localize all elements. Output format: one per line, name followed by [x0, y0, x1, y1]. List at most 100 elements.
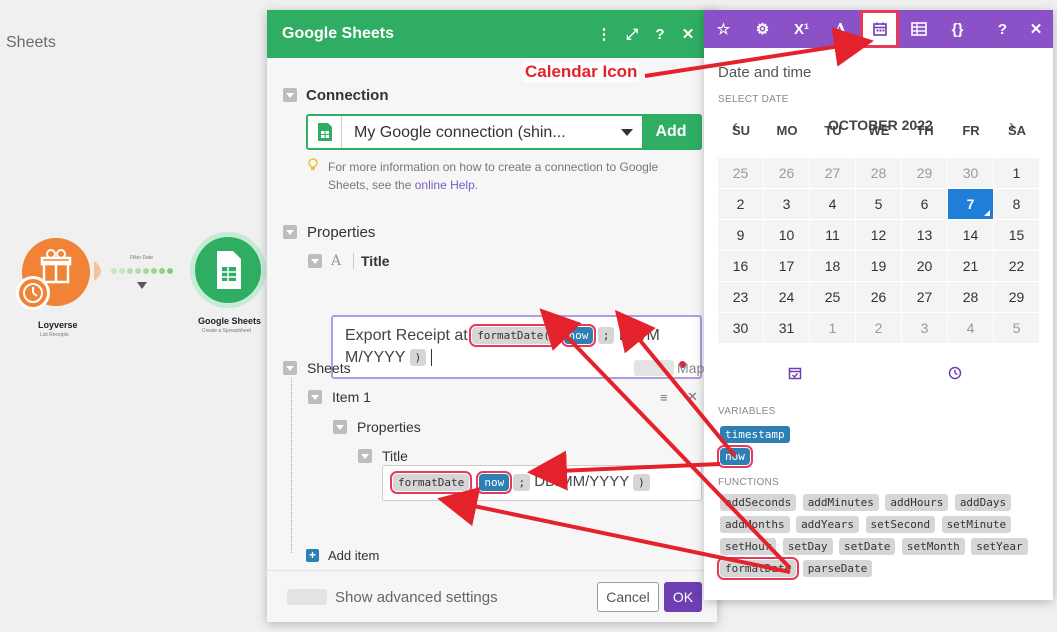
calendar-day[interactable]: 13 — [902, 220, 947, 250]
function-addseconds[interactable]: addSeconds — [720, 494, 797, 512]
add-item-button[interactable]: + Add item — [306, 548, 379, 563]
calendar-day[interactable]: 27 — [902, 282, 947, 312]
calendar-day[interactable]: 28 — [948, 282, 993, 312]
chevron-down-icon[interactable] — [612, 116, 642, 148]
calendar-day[interactable]: 22 — [994, 251, 1039, 281]
filter-funnel-icon[interactable] — [137, 282, 147, 289]
calendar-day[interactable]: 14 — [948, 220, 993, 250]
now-variable[interactable]: now — [717, 445, 753, 469]
calendar-day[interactable]: 16 — [718, 251, 763, 281]
calendar-day[interactable]: 10 — [764, 220, 809, 250]
function-parsedate[interactable]: parseDate — [802, 560, 873, 578]
item-title-input[interactable]: formatDate now ; DD/MM/YYYY ) — [382, 465, 702, 501]
close-icon[interactable]: ✕ — [674, 25, 702, 43]
properties-collapse-toggle[interactable] — [283, 225, 297, 239]
panel-close-icon[interactable]: ✕ — [1022, 10, 1050, 48]
now-variable-pill[interactable]: now — [560, 324, 597, 348]
text-functions-icon[interactable]: A — [821, 10, 860, 48]
sheets-collapse-toggle[interactable] — [283, 361, 297, 375]
ok-button[interactable]: OK — [664, 582, 702, 612]
table-icon[interactable] — [899, 10, 938, 48]
math-superscript-icon[interactable]: X¹ — [782, 10, 821, 48]
time-mode-clock-icon[interactable] — [948, 366, 962, 385]
item-close-paren-pill[interactable]: ) — [633, 473, 650, 491]
function-sethour[interactable]: setHour — [720, 538, 777, 556]
item-now-variable-pill[interactable]: now — [476, 470, 513, 494]
calendar-day[interactable]: 12 — [856, 220, 901, 250]
function-setminute[interactable]: setMinute — [941, 516, 1012, 534]
function-setsecond[interactable]: setSecond — [865, 516, 936, 534]
calendar-day[interactable]: 19 — [856, 251, 901, 281]
online-help-link[interactable]: online Help — [415, 178, 475, 192]
loyverse-module[interactable]: Loyverse List Receipts — [16, 238, 102, 338]
calendar-day[interactable]: 2 — [718, 189, 763, 219]
calendar-day[interactable]: 28 — [856, 158, 901, 188]
general-gear-icon[interactable]: ⚙ — [743, 10, 782, 48]
function-addhours[interactable]: addHours — [885, 494, 949, 512]
map-toggle[interactable] — [634, 360, 674, 376]
calendar-day[interactable]: 11 — [810, 220, 855, 250]
remove-item-icon[interactable]: ✕ — [687, 389, 698, 405]
calendar-day[interactable]: 2 — [856, 313, 901, 343]
calendar-day[interactable]: 26 — [764, 158, 809, 188]
calendar-day[interactable]: 17 — [764, 251, 809, 281]
connection-select[interactable]: My Google connection (shin... Add — [306, 114, 702, 150]
calendar-day[interactable]: 27 — [810, 158, 855, 188]
calendar-day[interactable]: 1 — [810, 313, 855, 343]
calendar-day[interactable]: 25 — [810, 282, 855, 312]
item-separator-pill[interactable]: ; — [513, 473, 531, 491]
calendar-day[interactable]: 8 — [994, 189, 1039, 219]
item-formatdate-function-pill[interactable]: formatDate — [389, 470, 473, 494]
calendar-day[interactable]: 21 — [948, 251, 993, 281]
calendar-day[interactable]: 7 — [948, 189, 993, 219]
panel-help-icon[interactable]: ? — [983, 10, 1022, 48]
item1-collapse-toggle[interactable] — [308, 390, 322, 404]
calendar-day[interactable]: 18 — [810, 251, 855, 281]
function-addyears[interactable]: addYears — [796, 516, 860, 534]
calendar-day[interactable]: 23 — [718, 282, 763, 312]
cancel-button[interactable]: Cancel — [597, 582, 659, 612]
item-properties-collapse-toggle[interactable] — [333, 420, 347, 434]
calendar-day[interactable]: 29 — [902, 158, 947, 188]
calendar-icon[interactable] — [860, 10, 899, 48]
calendar-day[interactable]: 24 — [764, 282, 809, 312]
function-adddays[interactable]: addDays — [954, 494, 1012, 512]
calendar-day[interactable]: 25 — [718, 158, 763, 188]
calendar-day[interactable]: 9 — [718, 220, 763, 250]
calendar-day[interactable]: 5 — [856, 189, 901, 219]
google-sheets-module[interactable]: Google Sheets Create a Spreadsheet — [190, 232, 270, 342]
function-setday[interactable]: setDay — [782, 538, 833, 556]
function-setdate[interactable]: setDate — [839, 538, 896, 556]
calendar-day[interactable]: 29 — [994, 282, 1039, 312]
calendar-day[interactable]: 30 — [718, 313, 763, 343]
braces-icon[interactable]: {} — [938, 10, 977, 48]
advanced-settings-toggle[interactable] — [287, 589, 327, 605]
date-mode-calendar-icon[interactable] — [788, 366, 802, 385]
function-setyear[interactable]: setYear — [971, 538, 1028, 556]
calendar-day[interactable]: 31 — [764, 313, 809, 343]
help-icon[interactable]: ? — [646, 26, 674, 43]
formatdate-function-pill[interactable]: formatDate( — [469, 324, 559, 348]
calendar-day[interactable]: 5 — [994, 313, 1039, 343]
expand-icon[interactable]: ⤢ — [618, 26, 646, 43]
calendar-day[interactable]: 20 — [902, 251, 947, 281]
calendar-day[interactable]: 4 — [948, 313, 993, 343]
favorites-star-icon[interactable]: ☆ — [704, 10, 743, 48]
calendar-day[interactable]: 1 — [994, 158, 1039, 188]
calendar-day[interactable]: 30 — [948, 158, 993, 188]
more-options-icon[interactable]: ⋮ — [590, 25, 618, 43]
function-addminutes[interactable]: addMinutes — [802, 494, 879, 512]
function-setmonth[interactable]: setMonth — [901, 538, 965, 556]
connection-collapse-toggle[interactable] — [283, 88, 297, 102]
add-connection-button[interactable]: Add — [642, 116, 700, 148]
title-collapse-toggle[interactable] — [308, 254, 322, 268]
drag-handle-icon[interactable]: ≡ — [660, 390, 668, 405]
function-addmonths[interactable]: addMonths — [720, 516, 790, 534]
calendar-day[interactable]: 3 — [764, 189, 809, 219]
close-paren-pill[interactable]: ) — [409, 349, 427, 367]
calendar-day[interactable]: 3 — [902, 313, 947, 343]
calendar-day[interactable]: 4 — [810, 189, 855, 219]
calendar-day[interactable]: 6 — [902, 189, 947, 219]
function-formatdate[interactable]: formatDate — [716, 557, 800, 581]
timestamp-variable[interactable]: timestamp — [720, 426, 790, 444]
